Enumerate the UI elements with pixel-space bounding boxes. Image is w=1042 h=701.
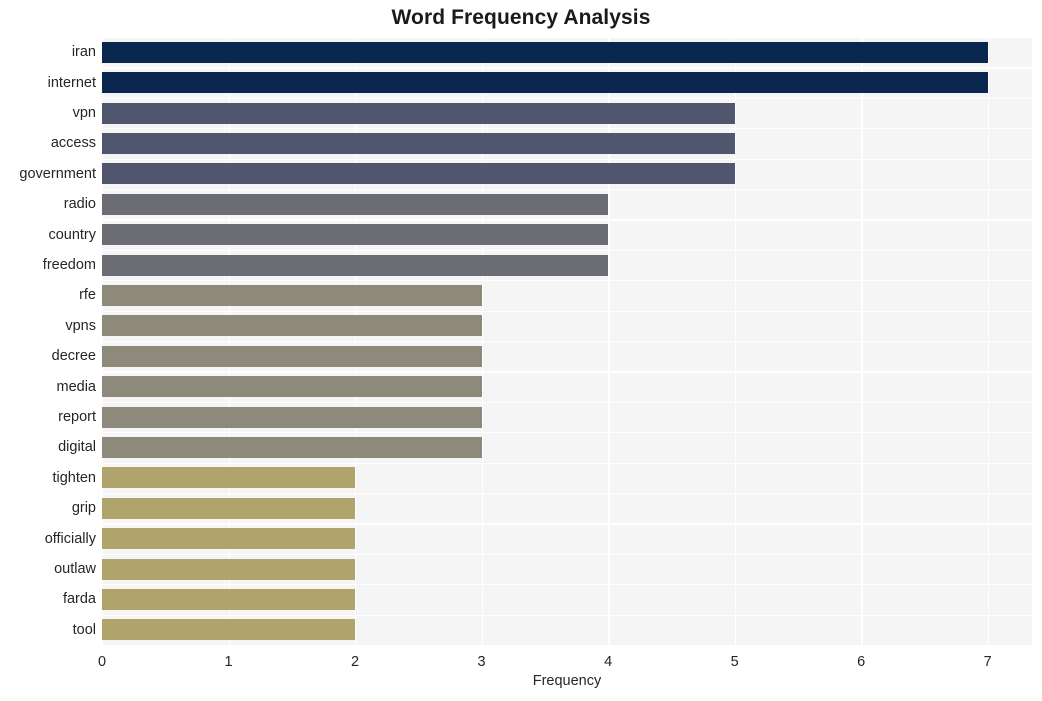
y-tick-label: internet (47, 74, 96, 91)
y-tick-label: rfe (79, 287, 96, 304)
bar (102, 558, 356, 580)
chart-title: Word Frequency Analysis (391, 6, 651, 29)
x-axis: 0 1 2 3 4 5 6 7 (98, 645, 1032, 675)
bar (102, 436, 482, 458)
x-tick-label: 6 (857, 654, 866, 670)
x-axis-label: Frequency (532, 673, 602, 689)
y-tick-label: country (48, 226, 96, 243)
bar (102, 467, 356, 489)
plot-area (102, 37, 1032, 647)
bar (102, 224, 609, 246)
bar (102, 102, 735, 124)
bar (102, 345, 482, 367)
bar (102, 528, 356, 550)
bar (102, 284, 482, 306)
y-tick-label: radio (63, 196, 96, 213)
y-axis: iran internet vpn access government radio coun… (0, 37, 96, 645)
y-tick-label: iran (71, 44, 96, 61)
bar (102, 376, 482, 398)
x-tick-label: 0 (97, 654, 107, 670)
y-tick-label: freedom (42, 257, 96, 273)
y-tick-label: report (58, 409, 96, 425)
bar (102, 254, 609, 276)
bar (102, 406, 482, 428)
bar (102, 163, 735, 185)
y-tick-label: access (50, 135, 96, 152)
bars-container (102, 37, 1032, 645)
y-tick-label: tool (72, 621, 96, 638)
y-tick-label: vpn (72, 105, 96, 121)
bar (102, 497, 356, 519)
y-tick-label: media (56, 378, 97, 395)
bar (102, 193, 609, 215)
x-tick-label: 7 (983, 654, 992, 670)
bar (102, 619, 356, 641)
y-tick-label: farda (62, 591, 96, 608)
y-tick-label: tighten (52, 469, 96, 486)
y-tick-label: decree (51, 348, 96, 365)
x-tick-label: 5 (730, 654, 739, 670)
y-tick-label: vpns (65, 317, 96, 334)
y-tick-label: officially (44, 530, 96, 547)
x-tick-label: 4 (604, 654, 613, 670)
bar (102, 72, 988, 94)
x-tick-label: 3 (477, 654, 486, 670)
y-tick-label: outlaw (54, 561, 96, 577)
y-tick-label: government (19, 165, 96, 182)
x-tick-label: 2 (351, 654, 360, 670)
y-tick-label: digital (58, 439, 96, 456)
bar (102, 41, 988, 63)
y-tick-label: grip (71, 500, 96, 517)
bar (102, 315, 482, 337)
bar (102, 132, 735, 154)
bar (102, 588, 356, 610)
word-frequency-chart-figure: Word Frequency Analysis iran internet vpn a… (0, 0, 1042, 701)
x-tick-label: 1 (224, 654, 233, 670)
